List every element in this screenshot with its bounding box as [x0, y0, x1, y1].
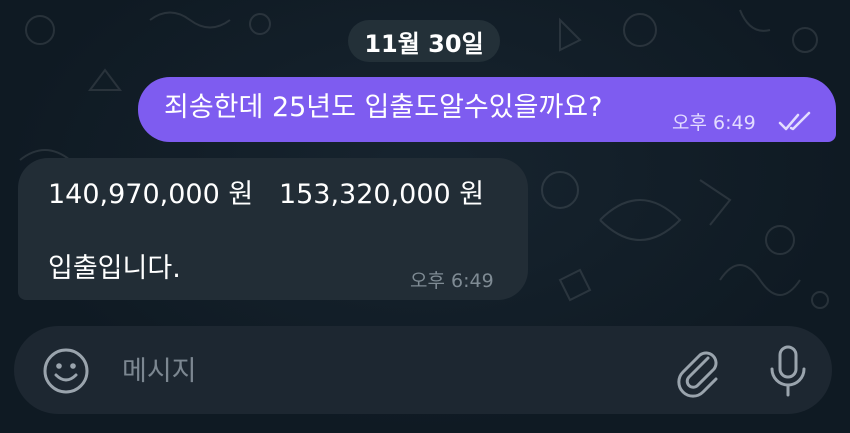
microphone-icon[interactable]	[762, 343, 814, 399]
outgoing-message-time: 오후 6:49	[672, 112, 756, 134]
paperclip-icon[interactable]	[672, 344, 724, 398]
incoming-message-time: 오후 6:49	[410, 270, 494, 292]
date-separator: 11월 30일	[348, 20, 500, 62]
smiley-icon[interactable]	[40, 345, 92, 397]
incoming-message-line: 140,970,000 원 153,320,000 원	[48, 179, 485, 210]
outgoing-message-text: 죄송한데 25년도 입출도알수있을까요?	[164, 92, 603, 123]
message-input[interactable]	[120, 348, 644, 394]
double-check-icon	[778, 111, 811, 131]
incoming-message-line: 입출입니다.	[48, 253, 181, 284]
